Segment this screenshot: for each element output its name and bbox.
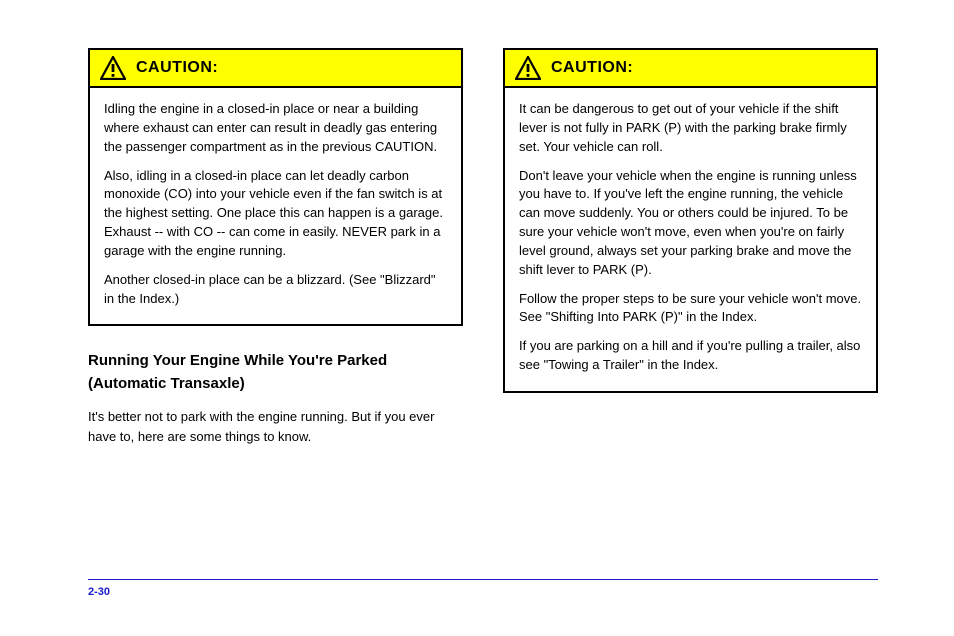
caution-paragraph: Don't leave your vehicle when the engine…: [519, 167, 862, 280]
warning-triangle-icon: [100, 56, 126, 80]
caution-box-left: CAUTION: Idling the engine in a closed-i…: [88, 48, 463, 326]
caution-title: CAUTION:: [551, 59, 633, 77]
caution-paragraph: It can be dangerous to get out of your v…: [519, 100, 862, 157]
page-number: 2-30: [88, 586, 110, 598]
caution-paragraph: Idling the engine in a closed-in place o…: [104, 100, 447, 157]
caution-box-right: CAUTION: It can be dangerous to get out …: [503, 48, 878, 393]
caution-paragraph: Also, idling in a closed-in place can le…: [104, 167, 447, 261]
body-paragraph: It's better not to park with the engine …: [88, 407, 463, 446]
caution-paragraph: Another closed-in place can be a blizzar…: [104, 271, 447, 309]
warning-triangle-icon: [515, 56, 541, 80]
caution-header: CAUTION:: [90, 50, 461, 88]
page-footer: 2-30: [88, 579, 878, 598]
caution-paragraph: Follow the proper steps to be sure your …: [519, 290, 862, 328]
section-heading: Running Your Engine While You're Parked …: [88, 350, 463, 395]
caution-title: CAUTION:: [136, 59, 218, 77]
caution-body-left: Idling the engine in a closed-in place o…: [90, 88, 461, 324]
caution-header: CAUTION:: [505, 50, 876, 88]
caution-paragraph: If you are parking on a hill and if you'…: [519, 337, 862, 375]
caution-body-right: It can be dangerous to get out of your v…: [505, 88, 876, 391]
